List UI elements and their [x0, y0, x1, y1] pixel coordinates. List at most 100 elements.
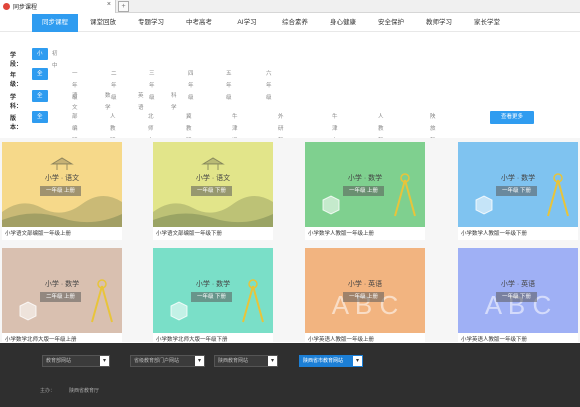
nav-tab-5[interactable]: 综合素养: [272, 14, 318, 32]
chevron-down-icon: ▾: [195, 356, 204, 366]
course-title[interactable]: 小学语文部编版一年级上册: [2, 228, 122, 240]
footer-sponsor-value: 陕西省教育厅: [69, 388, 100, 394]
course-title[interactable]: 小学数学人教版一年级下册: [458, 228, 578, 240]
cover-illustration: A B C: [332, 290, 398, 320]
close-tab-icon[interactable]: ×: [107, 1, 111, 8]
filter-option-edition-0[interactable]: 全部: [32, 111, 48, 132]
cover-illustration: [153, 157, 273, 227]
chevron-down-icon: ▾: [353, 356, 362, 366]
course-card[interactable]: 小学 · 语文 一年级 下册 小学语文部编版一年级下册: [153, 142, 273, 240]
chevron-down-icon: ▾: [268, 356, 277, 366]
filter-option-edition-9[interactable]: 陕旅新版: [430, 111, 436, 156]
course-title[interactable]: 小学数学人教版一年级上册: [305, 228, 425, 240]
cover-subject: 小学 · 英语: [500, 281, 536, 288]
filter-option-edition-6[interactable]: 外研新标准版: [278, 111, 284, 180]
cover-subject: 小学 · 语文: [195, 175, 231, 182]
footer: 教育部网站 ▾ 省级教育部门户网站 ▾ 陕西教育网站 ▾ 陕西省市教育网站 ▾ 主办： 陕西省教…: [0, 343, 580, 407]
cover-subject: 小学 · 英语: [347, 281, 383, 288]
course-cover[interactable]: 小学 · 数学 一年级 下册: [153, 248, 273, 333]
site-favicon-icon: [3, 3, 10, 10]
course-cover[interactable]: 小学 · 语文 一年级 上册: [2, 142, 122, 227]
course-cover[interactable]: 小学 · 数学 二年级 上册: [2, 248, 122, 333]
filter-option-edition-5[interactable]: 牛津译林: [232, 111, 238, 156]
cover-subject: 小学 · 数学: [195, 281, 231, 288]
filter-label-edition: 版本：: [10, 116, 23, 131]
course-cover[interactable]: 小学 · 数学 一年级 下册: [458, 142, 578, 227]
nav-tab-2[interactable]: 专题学习: [128, 14, 174, 32]
filter-option-edition-1[interactable]: 部编版: [72, 111, 78, 144]
course-card[interactable]: 小学 · 数学 一年级 下册 小学数学北师大版一年级下册: [153, 248, 273, 346]
filter-option-grade-0[interactable]: 全部: [32, 68, 48, 89]
course-card[interactable]: 小学 · 语文 一年级 上册 小学语文部编版一年级上册: [2, 142, 122, 240]
cover-illustration: A B C: [485, 290, 551, 320]
course-grid: 小学 · 语文 一年级 上册 小学语文部编版一年级上册 小学 · 语文 一年级 下册 小学…: [0, 138, 580, 346]
filter-option-subject-1[interactable]: 语文: [72, 90, 78, 111]
filter-option-grade-5[interactable]: 五年级: [226, 68, 232, 101]
nav-tab-1[interactable]: 课堂回放: [80, 14, 126, 32]
course-card[interactable]: A B C 小学 · 英语 一年级 上册 小学英语人教版一年级上册: [305, 248, 425, 346]
main-nav: 同步课程 课堂回放 专题学习 中考高考 AI学习 综合素养 身心健康 安全保护 教师学习 家长学堂: [0, 14, 580, 32]
footer-link-select-0[interactable]: 教育部网站 ▾: [42, 355, 110, 367]
course-card[interactable]: 小学 · 数学 一年级 上册 小学数学人教版一年级上册: [305, 142, 425, 240]
course-cover[interactable]: 小学 · 语文 一年级 下册: [153, 142, 273, 227]
cover-subject: 小学 · 数学: [347, 175, 383, 182]
footer-sponsor: 主办： 陕西省教育厅: [40, 387, 99, 394]
browser-tab-title: 同步课程: [13, 5, 38, 11]
nav-tab-4[interactable]: AI学习: [224, 14, 270, 32]
browser-tab-bar: 同步课程 × +: [0, 0, 580, 13]
footer-link-select-1[interactable]: 省级教育部门户网站 ▾: [130, 355, 205, 367]
footer-link-select-2[interactable]: 陕西教育网站 ▾: [214, 355, 278, 367]
nav-tab-3[interactable]: 中考高考: [176, 14, 222, 32]
cover-subject: 小学 · 数学: [44, 281, 80, 288]
course-cover[interactable]: A B C 小学 · 英语 一年级 上册: [305, 248, 425, 333]
nav-tab-0[interactable]: 同步课程: [32, 14, 78, 32]
filter-option-subject-3[interactable]: 英语: [138, 90, 144, 111]
filter-option-grade-3[interactable]: 三年级: [149, 68, 155, 101]
view-more-button[interactable]: 查看更多: [490, 111, 534, 124]
filter-option-edition-7[interactable]: 牛津上海: [332, 111, 338, 156]
chevron-down-icon: ▾: [100, 356, 109, 366]
cover-grade: 一年级 下册: [496, 292, 538, 302]
footer-sponsor-label: 主办：: [40, 388, 56, 394]
filter-label-stage: 学段：: [10, 53, 23, 68]
course-card[interactable]: 小学 · 数学 一年级 下册 小学数学人教版一年级下册: [458, 142, 578, 240]
filter-option-subject-0[interactable]: 全部: [32, 90, 48, 111]
nav-tab-8[interactable]: 教师学习: [416, 14, 462, 32]
cover-illustration: [170, 279, 264, 323]
cover-illustration: [2, 157, 122, 227]
filter-option-edition-3[interactable]: 北师大版: [148, 111, 154, 156]
course-cover[interactable]: A B C 小学 · 英语 一年级 下册: [458, 248, 578, 333]
cover-subject: 小学 · 语文: [44, 175, 80, 182]
filter-label-grade: 年级：: [10, 73, 23, 88]
browser-tab[interactable]: 同步课程 ×: [0, 0, 116, 13]
filter-option-grade-2[interactable]: 二年级: [111, 68, 117, 101]
filter-option-edition-4[interactable]: 冀教版: [186, 111, 192, 144]
course-card[interactable]: 小学 · 数学 二年级 上册 小学数学北师大版一年级上册: [2, 248, 122, 346]
filter-option-grade-1[interactable]: 一年级: [72, 68, 78, 101]
filter-option-subject-2[interactable]: 数学: [105, 90, 111, 111]
filter-option-grade-6[interactable]: 六年级: [266, 68, 272, 101]
filter-option-edition-8[interactable]: 人教新起点: [378, 111, 384, 168]
filter-option-stage-1[interactable]: 初中: [52, 48, 58, 69]
cover-subject: 小学 · 数学: [500, 175, 536, 182]
new-tab-button[interactable]: +: [118, 1, 129, 12]
cover-grade: 一年级 下册: [496, 186, 538, 196]
filter-option-edition-2[interactable]: 人教版: [110, 111, 116, 144]
filter-option-subject-4[interactable]: 科学: [171, 90, 177, 111]
cover-grade: 一年级 下册: [191, 186, 233, 196]
cover-grade: 一年级 上册: [40, 186, 82, 196]
course-cover[interactable]: 小学 · 数学 一年级 上册: [305, 142, 425, 227]
cover-grade: 二年级 上册: [40, 292, 82, 302]
nav-tab-7[interactable]: 安全保护: [368, 14, 414, 32]
filter-option-stage-0[interactable]: 小学: [32, 48, 48, 69]
course-title[interactable]: 小学语文部编版一年级下册: [153, 228, 273, 240]
nav-tab-6[interactable]: 身心健康: [320, 14, 366, 32]
footer-link-select-3[interactable]: 陕西省市教育网站 ▾: [299, 355, 363, 367]
nav-tab-9[interactable]: 家长学堂: [464, 14, 510, 32]
course-card[interactable]: A B C 小学 · 英语 一年级 下册 小学英语人教版一年级下册: [458, 248, 578, 346]
cover-grade: 一年级 下册: [191, 292, 233, 302]
filter-option-grade-4[interactable]: 四年级: [188, 68, 194, 101]
filter-label-subject: 学科：: [10, 95, 23, 110]
cover-illustration: [322, 173, 416, 217]
cover-illustration: [19, 279, 113, 323]
